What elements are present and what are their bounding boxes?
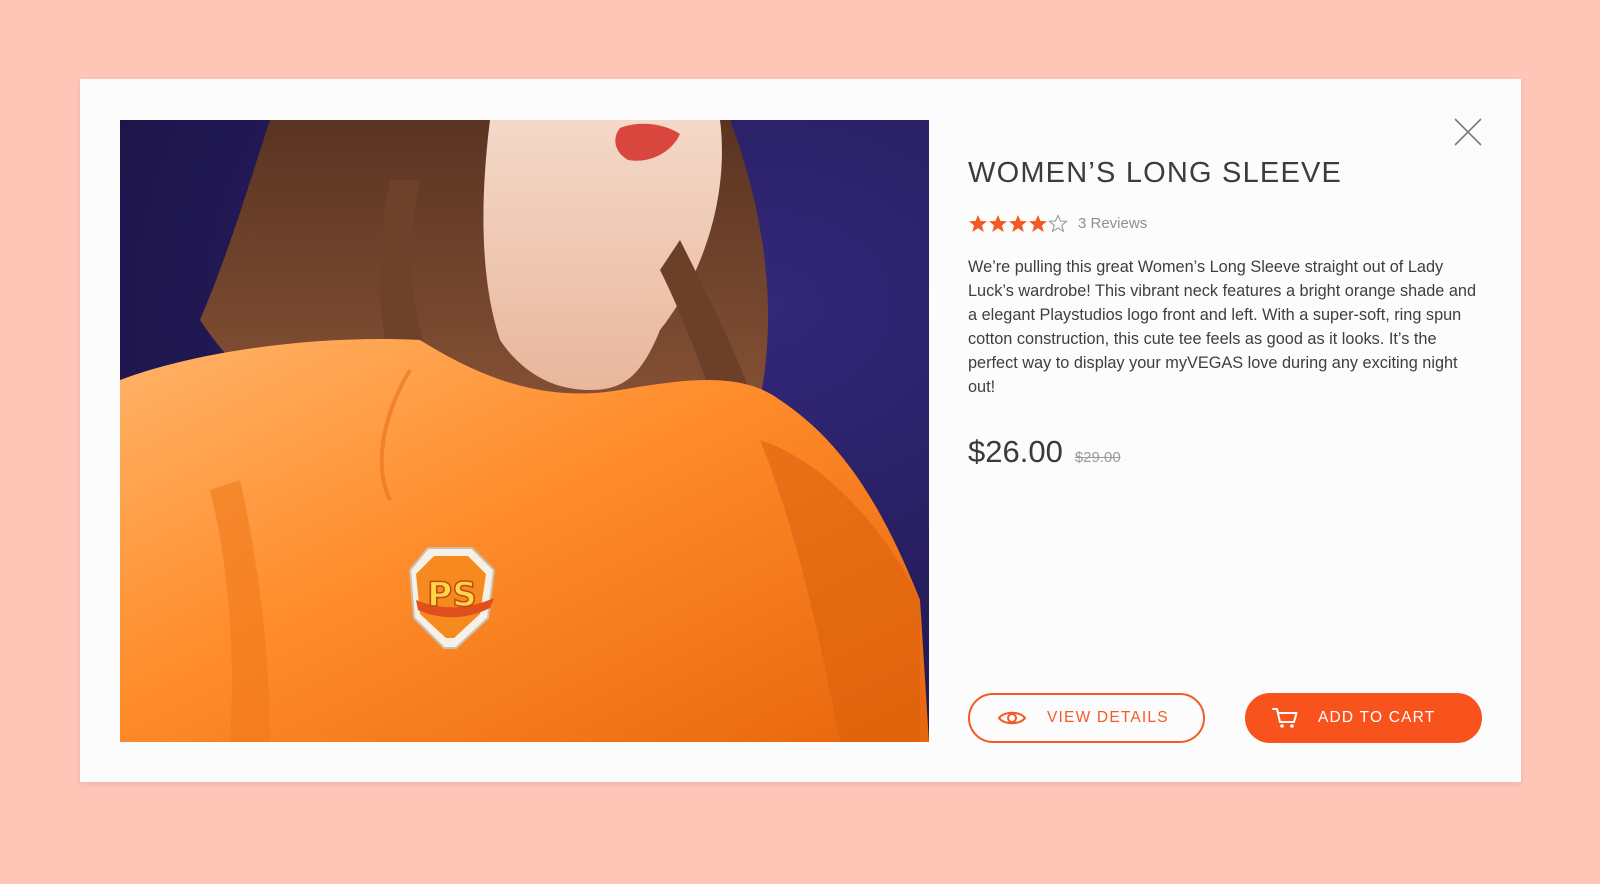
product-quick-view-modal: PS WOMEN’S LONG SLEEVE 3 Reviews We’re p… [80,79,1521,782]
star-empty-icon [1048,214,1068,233]
star-filled-icon [969,215,987,232]
rating: 3 Reviews [968,214,1147,233]
star-filled-icon [1009,215,1027,232]
product-image: PS [120,120,929,742]
star-filled-icon [1029,215,1047,232]
product-description: We’re pulling this great Women’s Long Sl… [968,258,1477,396]
svg-text:PS: PS [427,575,476,615]
price-row: $26.00 $29.00 [968,434,1121,470]
current-price: $26.00 [968,434,1063,469]
reviews-link[interactable]: 3 Reviews [1078,215,1147,232]
add-to-cart-button[interactable]: ADD TO CART [1245,693,1482,743]
add-to-cart-label: ADD TO CART [1318,709,1436,726]
cart-icon [1272,707,1298,729]
product-info: WOMEN’S LONG SLEEVE 3 Reviews We’re pull… [968,79,1483,782]
view-details-button[interactable]: VIEW DETAILS [968,693,1205,743]
original-price: $29.00 [1074,449,1121,466]
product-title: WOMEN’S LONG SLEEVE [968,157,1343,189]
star-filled-icon [989,215,1007,232]
view-details-label: VIEW DETAILS [1047,709,1169,726]
eye-icon [997,708,1027,728]
